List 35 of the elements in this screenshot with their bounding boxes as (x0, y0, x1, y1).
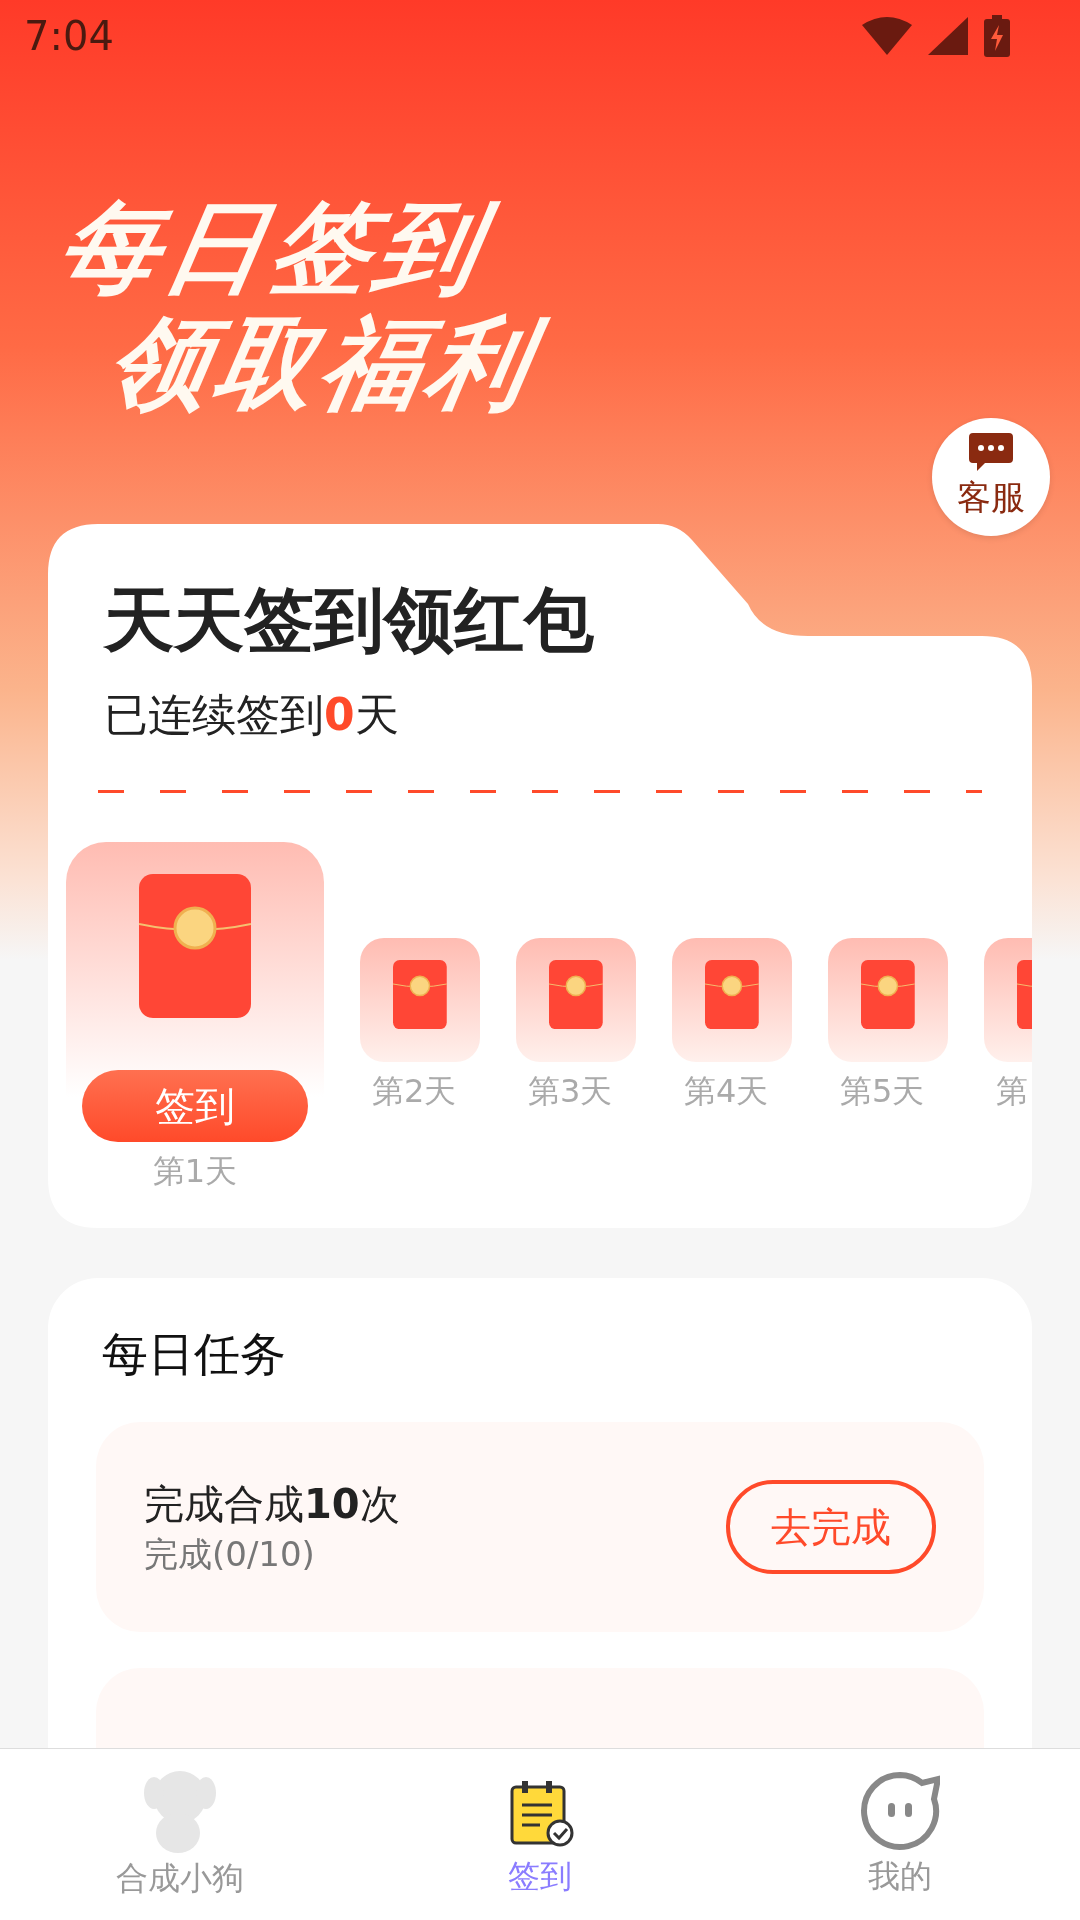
nav-tab[interactable]: 合成小狗 (0, 1749, 360, 1920)
streak-text: 已连续签到0天 (104, 688, 400, 742)
envelope-icon (549, 960, 603, 1030)
day-tile[interactable] (360, 938, 480, 1062)
dog-icon (144, 1768, 216, 1853)
day-tile[interactable] (672, 938, 792, 1062)
envelope-icon (139, 874, 251, 1018)
day-tile[interactable] (516, 938, 636, 1062)
envelope-icon (861, 960, 915, 1030)
sign-in-button[interactable]: 签到 (82, 1070, 308, 1142)
day-label: 第 (996, 1071, 1028, 1112)
checkin-title: 天天签到领红包 (104, 578, 595, 663)
face-icon (860, 1770, 940, 1851)
battery-charging-icon (984, 15, 1010, 58)
nav-tab[interactable]: 签到 (360, 1749, 720, 1920)
customer-service-button[interactable]: 客服 (932, 418, 1050, 537)
nav-tab[interactable]: 我的 (720, 1749, 1080, 1920)
day-label: 第4天 (684, 1071, 769, 1112)
task-title: 完成合成10次 (144, 1479, 400, 1529)
status-time: 7:04 (24, 13, 114, 60)
task-progress: 完成(0/10) (144, 1532, 316, 1576)
signal-icon (928, 17, 968, 56)
day-label: 第5天 (840, 1071, 925, 1112)
day-tile[interactable]: 签到 (66, 842, 324, 1142)
day-label: 第1天 (152, 1151, 238, 1192)
banner-title: 每日签到 (49, 190, 1080, 307)
envelope-icon (393, 960, 447, 1030)
day-label: 第2天 (372, 1071, 457, 1112)
tasks-title: 每日任务 (102, 1326, 287, 1383)
envelope-icon (705, 960, 759, 1030)
chat-icon (969, 433, 1013, 472)
day-tile[interactable] (828, 938, 948, 1062)
day-label: 第3天 (528, 1071, 613, 1112)
wifi-icon (862, 17, 912, 56)
go-complete-button[interactable]: 去完成 (726, 1480, 936, 1574)
